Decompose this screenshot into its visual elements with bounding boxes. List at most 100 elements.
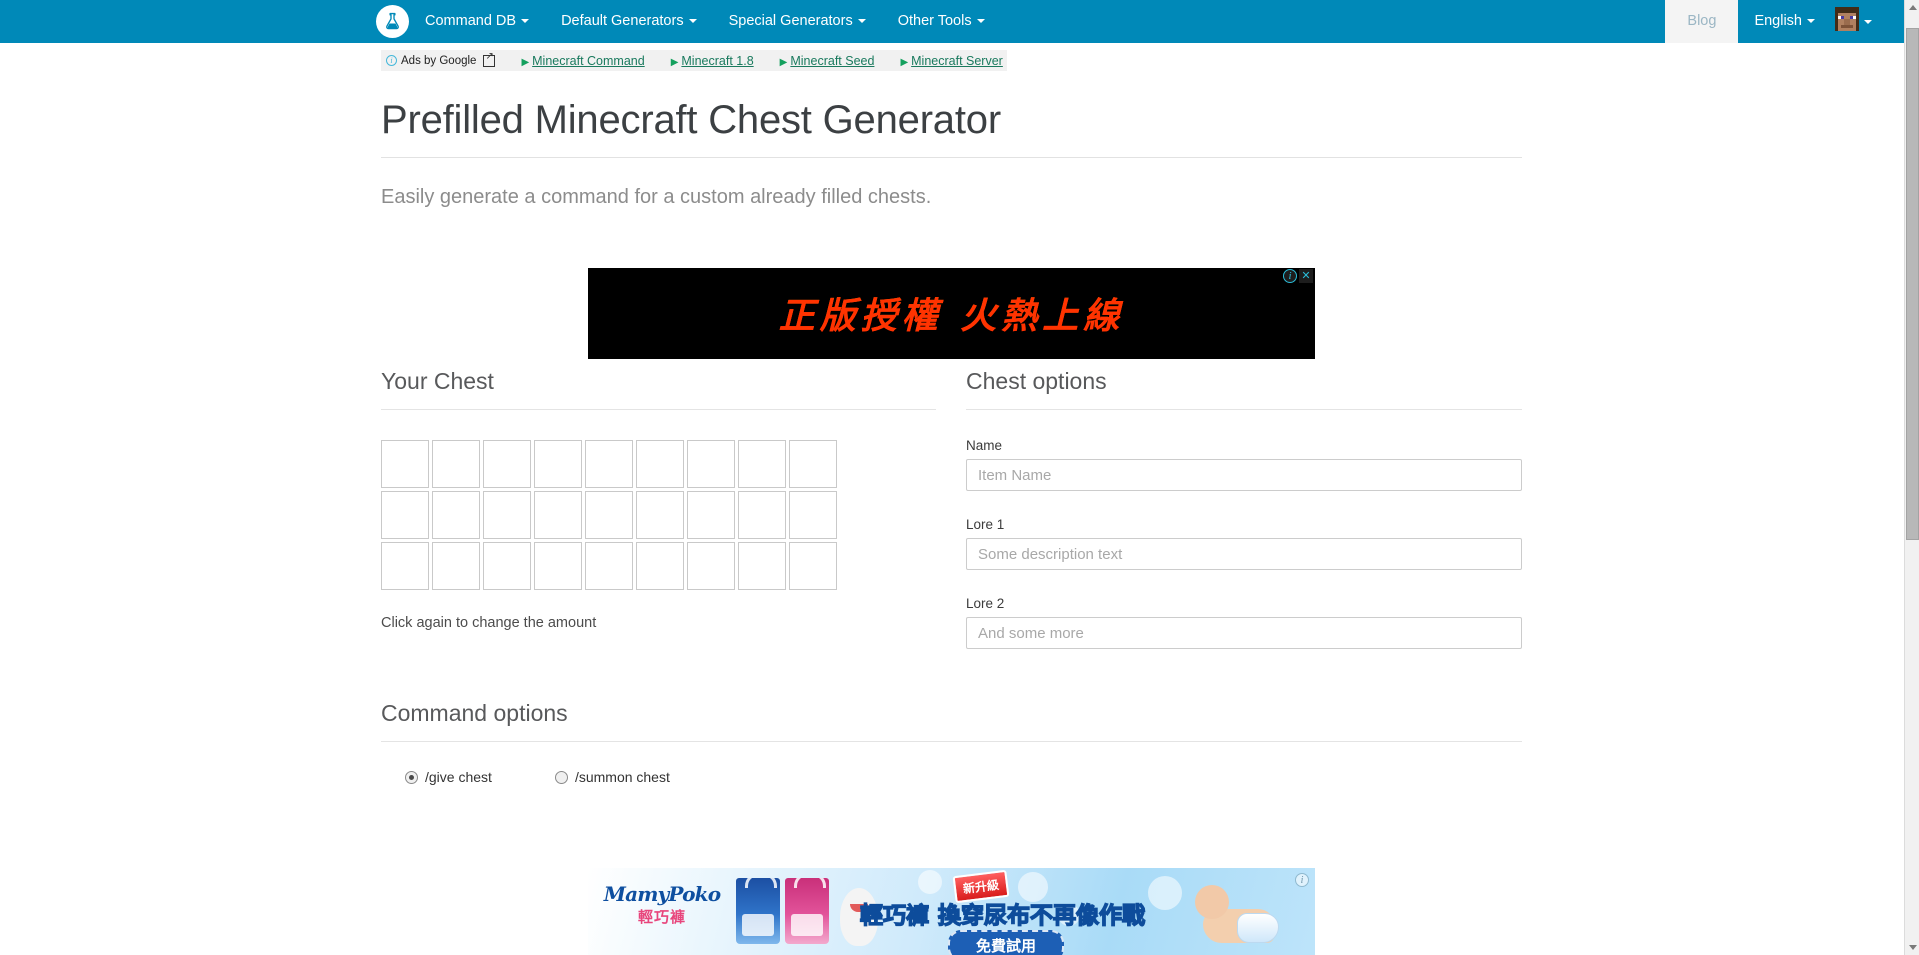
chest-slot[interactable] [687, 491, 735, 539]
vertical-scrollbar[interactable] [1904, 0, 1919, 955]
top-ad-text: 正版授權 火熱上線 [588, 286, 1315, 338]
page-title: Prefilled Minecraft Chest Generator [381, 80, 1522, 158]
play-triangle-icon: ▶ [670, 56, 679, 68]
chest-slot[interactable] [432, 440, 480, 488]
language-selector[interactable]: English [1738, 0, 1831, 43]
chevron-down-icon [688, 19, 697, 24]
bottom-banner-ad[interactable]: MamyPoko 輕巧褲 新升級 輕巧褲 換穿尿布不再像作戰 免費試用 i [588, 868, 1315, 955]
form-group-name: Name [966, 438, 1522, 491]
main-columns: Your Chest Click again to change the amo… [381, 368, 1522, 649]
chest-slot[interactable] [738, 491, 786, 539]
chest-slot[interactable] [483, 491, 531, 539]
chest-slot[interactable] [789, 542, 837, 590]
radio-label: /summon chest [574, 769, 670, 785]
product-pack-pink [785, 878, 829, 944]
chest-slot[interactable] [789, 440, 837, 488]
info-icon[interactable]: i [1283, 269, 1297, 283]
form-group-lore1: Lore 1 [966, 517, 1522, 570]
nav-item-label: Command DB [425, 13, 517, 29]
play-triangle-icon: ▶ [521, 56, 530, 68]
ad-link-label: Minecraft Seed [790, 53, 875, 68]
radio-summon-chest[interactable]: /summon chest [554, 769, 670, 785]
chest-slot[interactable] [585, 491, 633, 539]
product-pack-blue [736, 878, 780, 944]
product-packs-image [736, 878, 829, 944]
scrollbar-thumb[interactable] [1906, 28, 1919, 540]
lore2-input[interactable] [966, 617, 1522, 649]
navbar-right-group: Blog English [1665, 0, 1904, 43]
chest-slot[interactable] [687, 440, 735, 488]
avatar [1835, 7, 1859, 36]
navbar-left-group: Command DB Default Generators Special Ge… [376, 0, 1001, 43]
chest-slot[interactable] [687, 542, 735, 590]
ad-cta-button[interactable]: 免費試用 [948, 930, 1065, 955]
ad-link-minecraft-seed[interactable]: ▶ Minecraft Seed [780, 54, 875, 68]
nav-item-blog[interactable]: Blog [1665, 0, 1739, 43]
lore1-label: Lore 1 [966, 517, 1005, 532]
external-link-icon[interactable] [483, 52, 496, 67]
user-avatar-menu[interactable] [1831, 0, 1880, 43]
chest-slot[interactable] [585, 440, 633, 488]
chest-slot[interactable] [636, 440, 684, 488]
ad-headline: 輕巧褲 換穿尿布不再像作戰 [859, 896, 1210, 930]
chest-slot[interactable] [381, 542, 429, 590]
chevron-up-icon [1908, 5, 1917, 10]
flask-icon [383, 12, 402, 31]
chest-slot[interactable] [636, 542, 684, 590]
ad-link-minecraft-18[interactable]: ▶ Minecraft 1.8 [671, 54, 754, 68]
scroll-up-button[interactable] [1905, 0, 1919, 15]
chest-slot[interactable] [738, 542, 786, 590]
chest-slot[interactable] [381, 440, 429, 488]
chest-options-title: Chest options [966, 368, 1522, 410]
chest-slot[interactable] [483, 440, 531, 488]
command-options-title: Command options [381, 700, 1522, 742]
name-input[interactable] [966, 459, 1522, 491]
chest-slot[interactable] [381, 491, 429, 539]
navbar-menu: Command DB Default Generators Special Ge… [409, 0, 1001, 43]
ad-link-minecraft-server[interactable]: ▶ Minecraft Server [900, 54, 1002, 68]
nav-item-command-db[interactable]: Command DB [409, 0, 545, 43]
chevron-down-icon [857, 19, 866, 24]
close-icon[interactable]: ✕ [1299, 269, 1313, 283]
brand-logo-link[interactable] [376, 5, 409, 38]
language-label: English [1754, 13, 1802, 29]
chest-slot[interactable] [534, 491, 582, 539]
chest-slot[interactable] [636, 491, 684, 539]
ads-by-google-label: Ads by Google [401, 54, 477, 67]
lore2-label: Lore 2 [966, 596, 1005, 611]
nav-item-other-tools[interactable]: Other Tools [882, 0, 1001, 43]
mamypoko-brand-text: MamyPoko [603, 882, 721, 906]
your-chest-title: Your Chest [381, 368, 936, 410]
ad-link-label: Minecraft 1.8 [681, 53, 754, 68]
chest-slot[interactable] [432, 542, 480, 590]
top-banner-ad[interactable]: 正版授權 火熱上線 i ✕ [588, 268, 1315, 359]
chest-slot[interactable] [483, 542, 531, 590]
radio-indicator [405, 770, 418, 784]
nav-item-label: Default Generators [561, 13, 684, 29]
chevron-down-icon [1864, 19, 1872, 24]
scroll-down-button[interactable] [1905, 940, 1919, 955]
radio-give-chest[interactable]: /give chest [405, 769, 492, 785]
ad-link-minecraft-command[interactable]: ▶ Minecraft Command [521, 54, 644, 68]
chest-slot[interactable] [432, 491, 480, 539]
chest-slot[interactable] [534, 542, 582, 590]
ad-link-label: Minecraft Command [532, 53, 645, 68]
chest-slot[interactable] [585, 542, 633, 590]
chevron-down-icon [1908, 945, 1917, 950]
ad-link-label: Minecraft Server [911, 53, 1003, 68]
chest-slot[interactable] [738, 440, 786, 488]
chevron-down-icon [976, 19, 985, 24]
ads-by-google-badge[interactable]: i Ads by Google [381, 55, 481, 67]
baby-image [1175, 883, 1287, 955]
chest-slot[interactable] [534, 440, 582, 488]
lore1-input[interactable] [966, 538, 1522, 570]
ad-headline-main: 換穿尿布不再像作戰 [937, 902, 1145, 929]
command-options-section: Command options /give chest /summon ches… [381, 700, 1522, 785]
chest-slot-grid [381, 440, 840, 592]
play-triangle-icon: ▶ [900, 56, 909, 68]
chest-slot[interactable] [789, 491, 837, 539]
info-icon[interactable]: i [1295, 873, 1309, 887]
nav-item-default-generators[interactable]: Default Generators [545, 0, 713, 43]
chevron-down-icon [1807, 19, 1815, 24]
nav-item-special-generators[interactable]: Special Generators [713, 0, 882, 43]
